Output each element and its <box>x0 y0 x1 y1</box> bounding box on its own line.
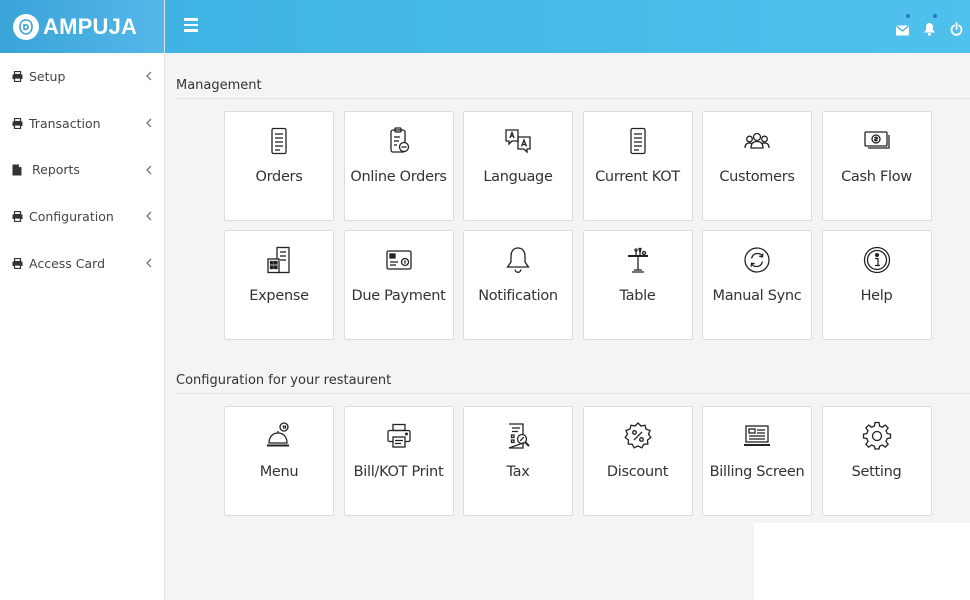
printer-icon <box>11 70 23 82</box>
tile-label: Expense <box>249 288 309 304</box>
envelope-icon[interactable] <box>895 14 910 36</box>
due-payment-icon <box>383 244 415 276</box>
management-grid: Orders Online Orders Language Current KO… <box>224 111 932 340</box>
tile-table[interactable]: Table <box>582 230 693 340</box>
section-title-management: Management <box>176 78 262 93</box>
top-bar <box>165 0 970 53</box>
kot-icon <box>622 125 654 157</box>
help-icon <box>861 244 893 276</box>
printer-icon <box>11 210 23 222</box>
tile-bill-kot-print[interactable]: Bill/KOT Print <box>343 406 454 516</box>
brand-logo[interactable]: AMPUJA <box>0 0 164 53</box>
printer-icon <box>11 117 23 129</box>
tile-label: Cash Flow <box>841 169 912 185</box>
notification-dot <box>933 14 937 18</box>
tile-expense[interactable]: Expense <box>224 230 334 340</box>
tile-label: Bill/KOT Print <box>353 464 444 480</box>
tile-label: Current KOT <box>595 169 680 185</box>
expense-icon <box>263 244 295 276</box>
tile-orders[interactable]: Orders <box>224 111 334 221</box>
tile-label: Billing Screen <box>709 464 805 480</box>
tile-tax[interactable]: Tax <box>463 406 573 516</box>
orders-icon <box>263 125 295 157</box>
sidebar: AMPUJA Setup Transaction Reports Configu… <box>0 0 165 600</box>
bell-icon[interactable] <box>922 14 937 36</box>
tile-label: Notification <box>478 288 558 304</box>
tile-label: Tax <box>506 464 530 480</box>
tile-label: Manual Sync <box>712 288 802 304</box>
tile-discount[interactable]: Discount <box>582 406 693 516</box>
tile-label: Menu <box>259 464 299 480</box>
top-bar-actions <box>895 14 964 36</box>
sidebar-item-reports[interactable]: Reports <box>0 146 164 193</box>
tile-label: Setting <box>851 464 902 480</box>
sidebar-item-label: Access Card <box>29 255 106 271</box>
printer-icon <box>11 257 23 269</box>
tile-label: Help <box>860 288 893 304</box>
section-divider <box>176 393 970 394</box>
gear-icon <box>861 420 893 452</box>
brand-name: AMPUJA <box>43 13 138 39</box>
sidebar-item-label: Reports <box>32 162 80 178</box>
tile-language[interactable]: Language <box>463 111 573 221</box>
chevron-left-icon <box>144 117 154 129</box>
language-icon <box>502 125 534 157</box>
notification-dot <box>906 14 910 18</box>
tile-notification[interactable]: Notification <box>463 230 573 340</box>
menu-cloche-icon <box>263 420 295 452</box>
sidebar-item-label: Configuration <box>29 208 114 224</box>
tile-label: Customers <box>719 169 795 185</box>
tile-customers[interactable]: Customers <box>702 111 812 221</box>
logo-mark-icon <box>13 13 39 40</box>
tax-icon <box>502 420 534 452</box>
blank-panel <box>754 523 970 600</box>
sidebar-item-label: Setup <box>29 68 66 84</box>
tile-billing-screen[interactable]: Billing Screen <box>702 406 812 516</box>
table-icon <box>622 244 654 276</box>
tile-help[interactable]: Help <box>821 230 932 340</box>
bell-icon <box>502 244 534 276</box>
chevron-left-icon <box>144 210 154 222</box>
configuration-grid: Menu Bill/KOT Print Tax Discount Billing… <box>224 406 932 516</box>
tile-menu[interactable]: Menu <box>224 406 334 516</box>
power-icon[interactable] <box>949 14 964 36</box>
section-title-configuration: Configuration for your restaurent <box>176 373 392 388</box>
sidebar-item-label: Transaction <box>29 115 101 131</box>
tile-due-payment[interactable]: Due Payment <box>343 230 454 340</box>
chevron-left-icon <box>144 164 154 176</box>
billing-screen-icon <box>741 420 773 452</box>
chevron-left-icon <box>144 70 154 82</box>
printer-icon <box>383 420 415 452</box>
section-divider <box>176 98 970 99</box>
file-icon <box>11 164 23 176</box>
tile-label: Due Payment <box>351 288 446 304</box>
tile-setting[interactable]: Setting <box>821 406 932 516</box>
tile-online-orders[interactable]: Online Orders <box>343 111 454 221</box>
chevron-left-icon <box>144 257 154 269</box>
sidebar-item-access-card[interactable]: Access Card <box>0 240 164 287</box>
tile-label: Orders <box>255 169 303 185</box>
tile-label: Table <box>619 288 656 304</box>
cash-flow-icon <box>861 125 893 157</box>
tile-label: Language <box>483 169 553 185</box>
tile-manual-sync[interactable]: Manual Sync <box>702 230 812 340</box>
sync-icon <box>741 244 773 276</box>
sidebar-item-configuration[interactable]: Configuration <box>0 193 164 240</box>
tile-label: Discount <box>606 464 669 480</box>
sidebar-item-transaction[interactable]: Transaction <box>0 100 164 147</box>
tile-label: Online Orders <box>350 169 447 185</box>
customers-icon <box>741 125 773 157</box>
discount-icon <box>622 420 654 452</box>
hamburger-menu-icon[interactable] <box>184 18 198 32</box>
tile-current-kot[interactable]: Current KOT <box>582 111 693 221</box>
online-orders-icon <box>383 125 415 157</box>
tile-cash-flow[interactable]: Cash Flow <box>821 111 932 221</box>
sidebar-item-setup[interactable]: Setup <box>0 53 164 100</box>
